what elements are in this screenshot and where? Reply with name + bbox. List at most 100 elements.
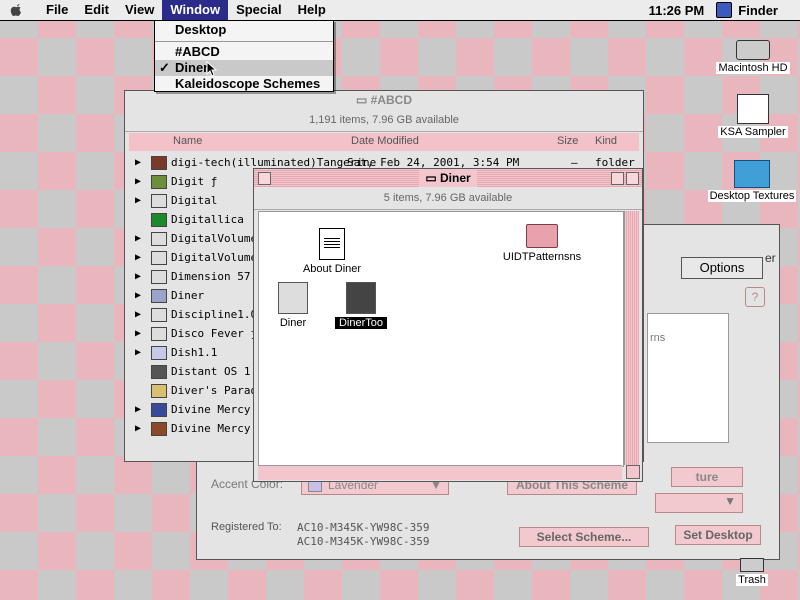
folder-icon — [151, 422, 167, 436]
disclosure-triangle-icon[interactable]: ▶ — [135, 191, 141, 210]
column-date-modified[interactable]: Date Modified — [351, 135, 419, 147]
folder-icon — [151, 194, 167, 208]
document-icon — [737, 94, 769, 124]
menu-item-label: Diner — [175, 60, 209, 75]
window-title: Diner — [440, 171, 471, 185]
icon-label: DinerToo — [335, 317, 387, 329]
folder-icon — [151, 308, 167, 322]
folder-icon — [151, 251, 167, 265]
icon-label: UIDTPatternsns — [502, 251, 582, 263]
file-dinertoo[interactable]: DinerToo — [335, 282, 387, 329]
select-scheme-button[interactable]: Select Scheme... — [519, 527, 649, 547]
column-size[interactable]: Size — [557, 135, 578, 147]
file-icon — [151, 156, 167, 170]
disclosure-triangle-icon[interactable]: ▶ — [135, 419, 141, 438]
desktop-icon-label: Trash — [736, 574, 768, 586]
registration-line: AC10-M345K-YW98C-359 — [297, 521, 430, 534]
file-icon — [151, 213, 167, 227]
vertical-scrollbar[interactable] — [624, 211, 639, 465]
folder-icon — [151, 232, 167, 246]
item-name: Dimension 57 ƒ — [171, 270, 264, 283]
icon-label: Diner — [279, 317, 307, 329]
item-name: Digit ƒ — [171, 175, 218, 188]
tab-options[interactable]: Options — [681, 257, 763, 279]
resize-grip-icon[interactable] — [626, 465, 640, 479]
disclosure-triangle-icon[interactable]: ▶ — [135, 172, 141, 191]
column-kind[interactable]: Kind — [595, 135, 617, 147]
desktop-macintosh-hd[interactable]: Macintosh HD — [716, 40, 790, 74]
menu-item-diner[interactable]: ✓ Diner — [155, 60, 333, 76]
diner-icon-view[interactable]: About Diner UIDTPatternsns Diner DinerTo… — [258, 211, 624, 467]
picture-button[interactable]: ture — [671, 467, 743, 487]
folder-uidtpatterns[interactable]: UIDTPatternsns — [497, 224, 587, 263]
abcd-titlebar[interactable]: ▭ #ABCD — [125, 91, 643, 109]
item-name: Digitallica — [171, 213, 244, 226]
desktop-ksa-sampler[interactable]: KSA Sampler — [716, 94, 790, 138]
application-menu[interactable]: Finder — [738, 3, 778, 18]
menu-help[interactable]: Help — [290, 0, 334, 20]
disclosure-triangle-icon[interactable]: ▶ — [135, 267, 141, 286]
item-name: Discipline1.0 — [171, 308, 258, 321]
disclosure-triangle-icon[interactable]: ▶ — [135, 343, 141, 362]
scheme-list-text: rns — [650, 332, 666, 344]
scheme-file-icon — [278, 282, 308, 314]
diner-window[interactable]: ▭ Diner 5 items, 7.96 GB available About… — [253, 168, 643, 482]
help-icon[interactable]: ? — [745, 287, 765, 307]
file-icon — [151, 384, 167, 398]
close-box-icon[interactable] — [258, 172, 271, 185]
list-header: Name Date Modified Size Kind — [129, 133, 639, 151]
document-icon — [319, 228, 345, 260]
menu-item-label: #ABCD — [175, 44, 220, 59]
menu-item-abcd[interactable]: #ABCD — [155, 44, 333, 60]
zoom-box-icon[interactable] — [611, 172, 624, 185]
menu-item-label: Kaleidoscope Schemes — [175, 76, 321, 91]
disclosure-triangle-icon[interactable]: ▶ — [135, 305, 141, 324]
disclosure-triangle-icon[interactable]: ▶ — [135, 229, 141, 248]
registration-line: AC10-M345K-YW98C-359 — [297, 535, 430, 548]
mouse-cursor-icon — [206, 61, 218, 77]
menu-item-label: Desktop — [175, 22, 227, 37]
horizontal-scrollbar[interactable] — [258, 465, 622, 480]
disclosure-triangle-icon[interactable]: ▶ — [135, 400, 141, 419]
folder-icon — [151, 403, 167, 417]
registered-to-label: Registered To: — [211, 521, 282, 533]
secondary-popup[interactable]: ▼ — [655, 493, 743, 513]
item-name: Diner — [171, 289, 205, 302]
folder-icon: ▭ — [425, 171, 437, 185]
window-title: #ABCD — [370, 93, 413, 107]
scheme-file-icon — [346, 282, 376, 314]
set-desktop-button[interactable]: Set Desktop — [675, 525, 761, 545]
diner-status-bar: 5 items, 7.96 GB available — [254, 187, 642, 210]
desktop-textures-folder[interactable]: Desktop Textures — [706, 160, 798, 202]
menu-view[interactable]: View — [117, 0, 162, 20]
menu-item-kaleidoscope-schemes[interactable]: Kaleidoscope Schemes — [155, 76, 333, 92]
desktop-icon-label: Macintosh HD — [716, 62, 790, 74]
folder-icon: ▭ — [355, 93, 368, 107]
trash-icon — [740, 558, 764, 572]
menubar-clock[interactable]: 11:26 PM — [649, 3, 705, 18]
folder-icon — [151, 289, 167, 303]
menu-edit[interactable]: Edit — [76, 0, 117, 20]
menu-window[interactable]: Window — [162, 0, 229, 20]
disclosure-triangle-icon[interactable]: ▶ — [135, 324, 141, 343]
column-name[interactable]: Name — [173, 135, 202, 147]
menu-item-desktop[interactable]: Desktop — [155, 21, 333, 42]
scheme-list[interactable]: rns — [647, 313, 729, 443]
abcd-status-bar: 1,191 items, 7.96 GB available — [125, 109, 643, 132]
file-about-diner[interactable]: About Diner — [297, 228, 367, 275]
disclosure-triangle-icon[interactable]: ▶ — [135, 286, 141, 305]
item-name: Digital — [171, 194, 218, 207]
disclosure-triangle-icon[interactable]: ▶ — [135, 248, 141, 267]
item-name: Dish1.1 — [171, 346, 218, 359]
file-diner[interactable]: Diner — [271, 282, 315, 329]
desktop-icon-label: Desktop Textures — [707, 190, 797, 202]
disclosure-triangle-icon[interactable]: ▶ — [135, 153, 141, 172]
folder-icon — [151, 346, 167, 360]
checkmark-icon: ✓ — [159, 60, 170, 75]
desktop-trash[interactable]: Trash — [730, 558, 774, 586]
diner-titlebar[interactable]: ▭ Diner — [254, 169, 642, 187]
collapse-box-icon[interactable] — [626, 172, 639, 185]
menu-special[interactable]: Special — [228, 0, 290, 20]
menu-file[interactable]: File — [38, 0, 76, 20]
apple-menu-icon[interactable] — [10, 3, 24, 17]
